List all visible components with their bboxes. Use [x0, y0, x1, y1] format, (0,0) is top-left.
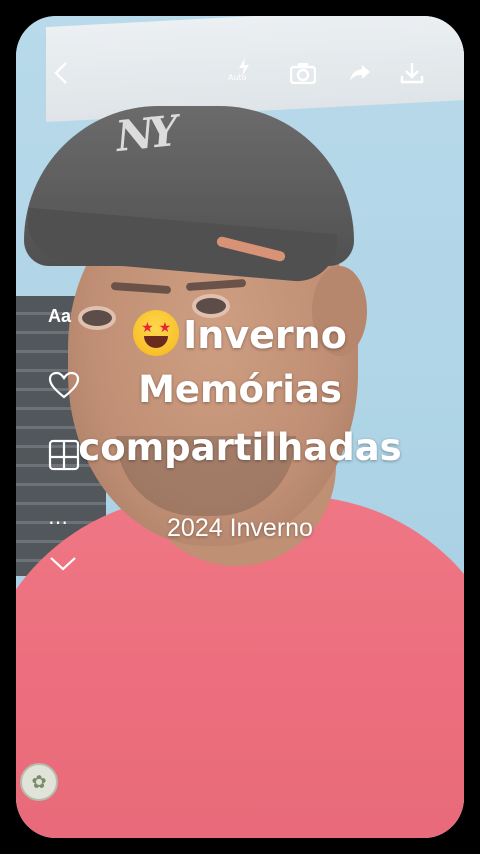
- sticker-badge[interactable]: ✿: [20, 763, 58, 801]
- flash-auto-label: Auto: [228, 73, 247, 82]
- camera-icon: [290, 63, 316, 84]
- download-icon: [400, 63, 424, 84]
- sticker-icon: ✿: [31, 771, 47, 793]
- title-line-1-text: Inverno: [183, 313, 347, 357]
- title-line-3: compartilhadas: [78, 426, 402, 469]
- back-button[interactable]: [50, 60, 72, 86]
- collapse-button[interactable]: [48, 555, 78, 577]
- camera-button[interactable]: [288, 60, 318, 86]
- star-struck-emoji-icon: ★ ★: [133, 310, 180, 356]
- download-button[interactable]: [398, 60, 426, 86]
- chevron-left-icon: [54, 62, 67, 84]
- subtitle: 2024 Inverno: [167, 514, 313, 542]
- title-line-2: Memórias: [138, 368, 342, 411]
- title-line-1: ★ ★ Inverno: [0, 310, 480, 357]
- share-button[interactable]: [346, 60, 374, 86]
- chevron-down-icon: [50, 557, 76, 571]
- share-icon: [350, 65, 370, 81]
